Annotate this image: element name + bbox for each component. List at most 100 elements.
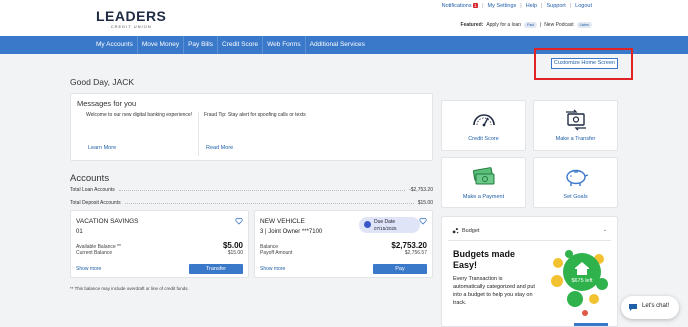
total-loan-value: -$2,753.20 [409,187,433,193]
budget-amount-left: $675 left [571,278,593,284]
separator: | [482,3,484,9]
budget-icon [452,228,459,234]
loan-badge: Fast [524,22,537,28]
help-link[interactable]: Help [526,3,537,9]
message-text: Fraud Tip: Stay alert for spoofing calls… [204,112,306,118]
nav-move-money[interactable]: Move Money [138,36,185,54]
dotted-leader [118,189,406,191]
available-balance-row: Available Balance ** $5.00 [76,241,243,250]
total-loan-row: Total Loan Accounts -$2,753.20 [70,187,433,193]
budget-promo-title: Budgets made Easy! [453,249,516,270]
dotted-leader [124,202,414,204]
tile-label: Make a Transfer [555,136,596,142]
separator: | [520,3,522,9]
due-date-label: Due Date [374,219,396,225]
read-more-link[interactable]: Read More [206,145,233,151]
transfer-button[interactable]: Transfer [189,264,243,274]
set-goals-tile[interactable]: Set Goals [533,157,618,208]
leaders-logo[interactable]: LEADERS CREDIT UNION [96,9,166,29]
messages-title: Messages for you [77,99,137,108]
total-loan-label: Total Loan Accounts [70,187,115,193]
notifications-link[interactable]: Notifications 1 [441,3,479,9]
payoff-amount-label: Payoff Amount [260,250,293,256]
account-number: 01 [76,229,83,235]
gauge-icon [472,114,495,127]
chat-bubble-icon [629,304,637,311]
cash-icon [472,167,494,185]
chevron-down-icon[interactable]: ⌄ [603,227,607,233]
balance-value: $2,753.20 [391,241,427,250]
current-balance-label: Current Balance [76,250,113,256]
show-more-link[interactable]: Show more [76,266,101,272]
messages-card: Messages for you Welcome to our new digi… [70,93,433,161]
logo-subtitle: CREDIT UNION [110,24,152,29]
available-balance-value: $5.00 [222,241,243,250]
featured-bar: Featured: Apply for a loan Fast | New Po… [461,22,592,28]
make-payment-tile[interactable]: Make a Payment [441,157,526,208]
nav-additional-services[interactable]: Additional Services [306,36,369,54]
separator: | [541,3,543,9]
budget-action-button[interactable] [574,323,608,326]
due-date-pill: Due Date 07/15/2025 [359,217,420,233]
current-balance-row: Current Balance $15.00 [76,250,243,256]
favorite-heart-icon[interactable] [235,217,243,225]
featured-label: Featured: [460,22,484,28]
total-deposit-row: Total Deposit Accounts $15.00 [70,200,433,206]
highlight-annotation-box [534,48,633,80]
show-more-link[interactable]: Show more [260,266,285,272]
chat-label: Let's chat! [642,303,670,309]
logo-wordmark: LEADERS [96,8,167,24]
divider [198,112,199,156]
favorite-heart-icon[interactable] [419,217,427,225]
budget-header: Budget [452,227,479,234]
current-balance-value: $15.00 [227,250,243,256]
nav-credit-score[interactable]: Credit Score [218,36,264,54]
account-card-vacation-savings[interactable]: VACATION SAVINGS 01 Available Balance **… [70,210,249,278]
notifications-label: Notifications [441,3,472,9]
my-settings-link[interactable]: My Settings [488,3,517,9]
budget-promo-description: Every Transaction is automatically categ… [453,276,535,306]
account-name: NEW VEHICLE [260,218,305,225]
budget-card: Budget ⌄ Budgets made Easy! Every Transa… [441,216,618,327]
top-header: LEADERS CREDIT UNION Notifications 1 | My… [0,0,688,36]
piggy-bank-icon [565,169,588,186]
total-deposit-value: $15.00 [417,200,433,206]
tile-label: Credit Score [468,136,499,142]
nav-pay-bills[interactable]: Pay Bills [184,36,219,54]
credit-score-tile[interactable]: Credit Score [441,100,526,151]
tile-label: Make a Payment [462,194,505,200]
due-date-value: 07/15/2025 [374,225,397,231]
total-deposit-label: Total Deposit Accounts [70,200,121,206]
account-name: VACATION SAVINGS [76,218,139,225]
payoff-amount-value: $2,756.57 [404,250,427,256]
separator: | [539,22,542,28]
budget-header-label: Budget [462,227,480,234]
support-link[interactable]: Support [546,3,565,9]
separator: | [569,3,572,9]
learn-more-link[interactable]: Learn More [88,145,116,151]
budget-illustration: $675 left [551,250,608,316]
divider [448,240,611,241]
account-number: 3 | Joint Owner ***7100 [260,229,323,235]
balance-row: Balance $2,753.20 [260,241,427,250]
notifications-count-badge: 1 [472,3,479,8]
account-card-new-vehicle[interactable]: NEW VEHICLE 3 | Joint Owner ***7100 Due … [254,210,433,278]
transfer-icon [565,109,586,131]
chat-widget-button[interactable]: Let's chat! [621,296,679,319]
calendar-dot-icon [364,221,371,228]
message-text: Welcome to our new digital banking exper… [86,112,193,118]
apply-loan-link[interactable]: Apply for a loan [486,22,521,28]
payoff-amount-row: Payoff Amount $2,756.57 [260,250,427,256]
pay-button[interactable]: Pay [373,264,427,274]
utility-links: Notifications 1 | My Settings | Help | Su… [442,3,592,9]
podcast-badge: Listen [576,22,592,28]
nav-my-accounts[interactable]: My Accounts [92,36,138,54]
make-transfer-tile[interactable]: Make a Transfer [533,100,618,151]
new-podcast-link[interactable]: New Podcast [544,22,573,28]
balance-footnote: ** This balance may include overdraft or… [70,286,189,291]
tile-label: Set Goals [563,194,588,200]
logout-link[interactable]: Logout [575,3,592,9]
greeting-heading: Good Day, JACK [70,77,135,87]
nav-web-forms[interactable]: Web Forms [263,36,306,54]
accounts-heading: Accounts [70,173,110,184]
